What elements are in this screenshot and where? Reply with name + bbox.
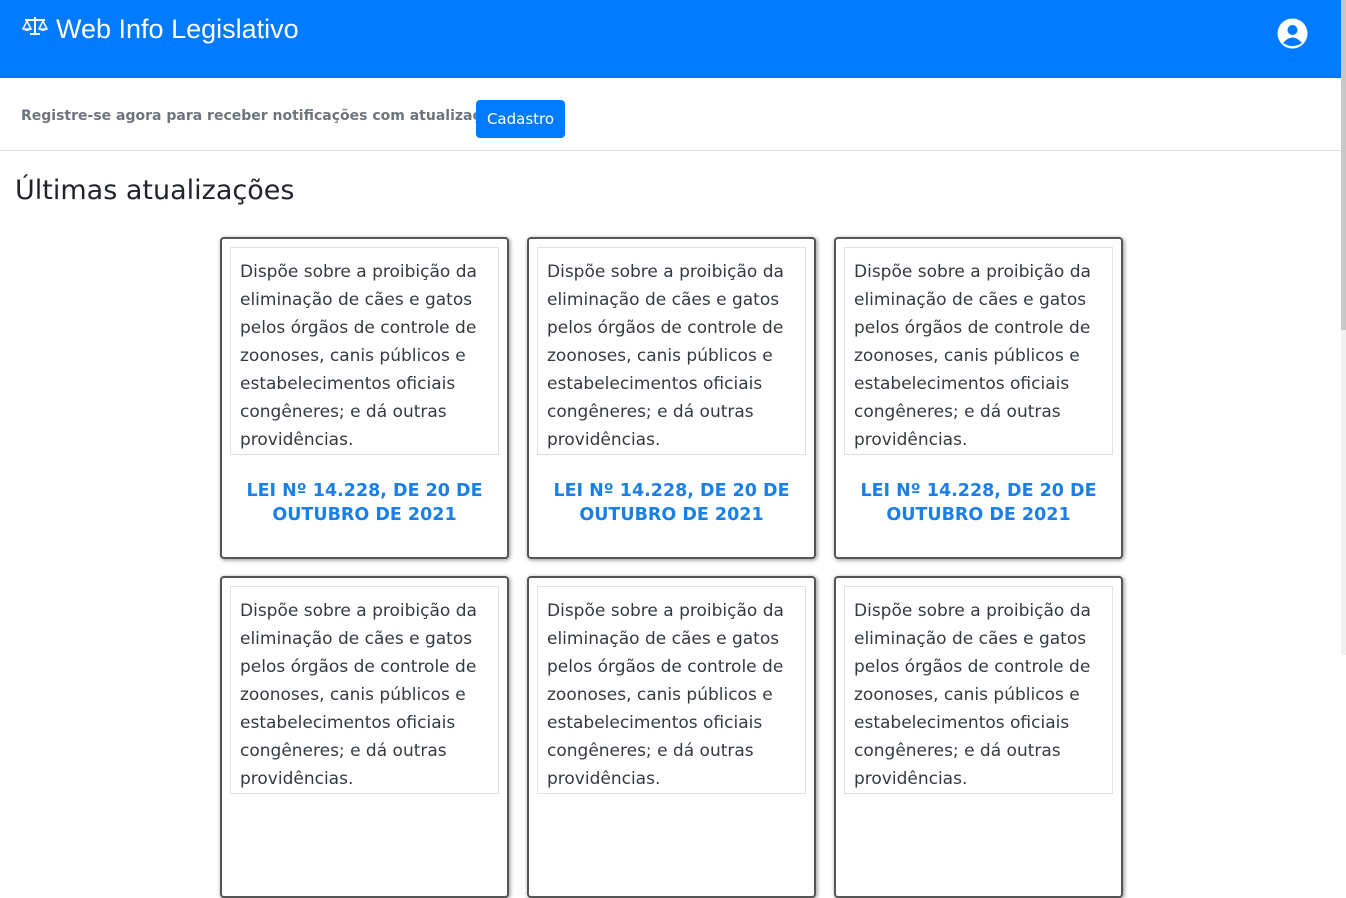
cadastro-button[interactable]: Cadastro: [476, 100, 565, 138]
register-banner: Registre-se agora para receber notificaç…: [0, 78, 1341, 151]
card-description: Dispõe sobre a proibição da eliminação d…: [537, 586, 806, 794]
card-description: Dispõe sobre a proibição da eliminação d…: [230, 247, 499, 455]
law-card[interactable]: Dispõe sobre a proibição da eliminação d…: [527, 237, 816, 559]
card-description: Dispõe sobre a proibição da eliminação d…: [844, 247, 1113, 455]
law-card[interactable]: Dispõe sobre a proibição da eliminação d…: [220, 576, 509, 898]
user-circle-icon: [1277, 18, 1308, 53]
card-law-title[interactable]: LEI Nº 14.228, DE 20 DE OUTUBRO DE 2021: [844, 479, 1113, 527]
balance-scale-icon: [21, 14, 56, 45]
law-card[interactable]: Dispõe sobre a proibição da eliminação d…: [527, 576, 816, 898]
page-scrollbar[interactable]: [1341, 0, 1346, 655]
brand-link[interactable]: Web Info Legislativo: [21, 14, 299, 45]
law-card[interactable]: Dispõe sobre a proibição da eliminação d…: [834, 576, 1123, 898]
law-card[interactable]: Dispõe sobre a proibição da eliminação d…: [834, 237, 1123, 559]
top-navbar: Web Info Legislativo: [0, 0, 1341, 78]
page-title: Últimas atualizações: [15, 175, 295, 206]
card-law-title[interactable]: LEI Nº 14.228, DE 20 DE OUTUBRO DE 2021: [230, 479, 499, 527]
user-menu-button[interactable]: [1277, 18, 1308, 49]
card-description: Dispõe sobre a proibição da eliminação d…: [230, 586, 499, 794]
card-law-title[interactable]: LEI Nº 14.228, DE 20 DE OUTUBRO DE 2021: [537, 479, 806, 527]
law-card[interactable]: Dispõe sobre a proibição da eliminação d…: [220, 237, 509, 559]
register-prompt: Registre-se agora para receber notificaç…: [21, 108, 515, 124]
brand-title: Web Info Legislativo: [56, 14, 299, 44]
card-description: Dispõe sobre a proibição da eliminação d…: [844, 586, 1113, 794]
card-description: Dispõe sobre a proibição da eliminação d…: [537, 247, 806, 455]
scrollbar-thumb[interactable]: [1341, 0, 1346, 330]
